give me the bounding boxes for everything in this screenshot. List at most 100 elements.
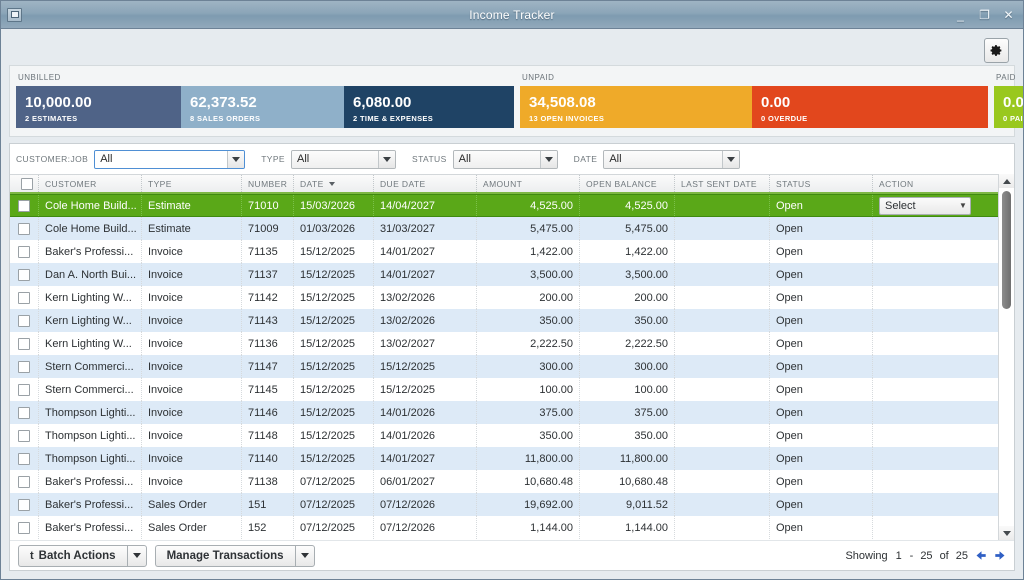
- table-row[interactable]: Baker's Professi... Invoice 71135 15/12/202…: [10, 240, 998, 263]
- row-checkbox-cell[interactable]: [10, 217, 39, 240]
- row-checkbox-cell[interactable]: [10, 516, 39, 539]
- row-checkbox[interactable]: [18, 406, 30, 419]
- column-header-due-date[interactable]: DUE DATE: [374, 175, 477, 192]
- filter-type-dropdown[interactable]: All: [291, 149, 396, 169]
- row-checkbox-cell[interactable]: [10, 195, 39, 216]
- manage-transactions-split-button[interactable]: Manage Transactions: [154, 544, 315, 567]
- batch-actions-dropdown-arrow[interactable]: [126, 544, 147, 567]
- row-checkbox[interactable]: [18, 498, 30, 511]
- cell-action[interactable]: Select ▼: [873, 195, 998, 216]
- table-row[interactable]: Dan A. North Bui... Invoice 71137 15/12/202…: [10, 263, 998, 286]
- row-checkbox-cell[interactable]: [10, 263, 39, 286]
- summary-card-sales-orders[interactable]: 62,373.52 8 SALES ORDERS: [181, 86, 344, 128]
- cell-action[interactable]: [873, 355, 998, 378]
- filter-customer-job-dropdown[interactable]: All: [94, 149, 246, 169]
- batch-actions-button[interactable]: t Batch Actions: [18, 544, 127, 567]
- row-checkbox-cell[interactable]: [10, 309, 39, 332]
- cell-action[interactable]: [873, 470, 998, 493]
- cell-action[interactable]: [873, 378, 998, 401]
- filter-status-dropdown[interactable]: All: [452, 149, 558, 169]
- row-checkbox[interactable]: [18, 199, 30, 212]
- summary-card-paid-last-30-days[interactable]: 0.00 0 PAID LAST 30 DAYS: [994, 86, 1023, 128]
- column-header-open-balance[interactable]: OPEN BALANCE: [580, 175, 675, 192]
- row-checkbox-cell[interactable]: [10, 332, 39, 355]
- maximize-icon[interactable]: ❐: [978, 9, 991, 21]
- chevron-down-icon[interactable]: [227, 150, 245, 168]
- cell-action[interactable]: [873, 332, 998, 355]
- table-row[interactable]: Kern Lighting W... Invoice 71136 15/12/2025…: [10, 332, 998, 355]
- scroll-up-icon[interactable]: [999, 174, 1014, 188]
- manage-transactions-dropdown-arrow[interactable]: [294, 544, 315, 567]
- cell-action[interactable]: [873, 493, 998, 516]
- table-row[interactable]: Baker's Professi... Sales Order 152 07/12/2…: [10, 516, 998, 539]
- column-header-number[interactable]: NUMBER: [242, 175, 294, 192]
- select-all-checkbox[interactable]: [21, 177, 33, 190]
- row-checkbox[interactable]: [18, 429, 30, 442]
- row-checkbox-cell[interactable]: [10, 493, 39, 516]
- cell-action[interactable]: [873, 516, 998, 539]
- table-row[interactable]: Baker's Professi... Invoice 71138 07/12/202…: [10, 470, 998, 493]
- cell-action[interactable]: [873, 217, 998, 240]
- column-header-customer[interactable]: CUSTOMER: [39, 175, 142, 192]
- minimize-icon[interactable]: _: [954, 9, 967, 21]
- cell-action[interactable]: [873, 240, 998, 263]
- row-checkbox[interactable]: [18, 360, 30, 373]
- row-checkbox[interactable]: [18, 314, 30, 327]
- scroll-down-icon[interactable]: [999, 526, 1014, 540]
- table-row[interactable]: Thompson Lighti... Invoice 71140 15/12/2025…: [10, 447, 998, 470]
- table-vertical-scrollbar[interactable]: [998, 174, 1014, 540]
- pagination-previous-icon[interactable]: [975, 550, 987, 561]
- table-row[interactable]: Cole Home Build... Estimate 71010 15/03/202…: [10, 194, 998, 217]
- column-header-type[interactable]: TYPE: [142, 175, 242, 192]
- table-row[interactable]: Cole Home Build... Estimate 71009 01/03/202…: [10, 217, 998, 240]
- row-checkbox[interactable]: [18, 268, 30, 281]
- gear-icon[interactable]: [984, 37, 1009, 63]
- close-icon[interactable]: ✕: [1002, 9, 1015, 21]
- column-header-last-sent-date[interactable]: LAST SENT DATE: [675, 175, 770, 192]
- summary-card-time-and-expenses[interactable]: 6,080.00 2 TIME & EXPENSES: [344, 86, 514, 128]
- pagination-next-icon[interactable]: [994, 550, 1006, 561]
- filter-date-dropdown[interactable]: All: [603, 149, 741, 169]
- row-checkbox-cell[interactable]: [10, 447, 39, 470]
- cell-action[interactable]: [873, 263, 998, 286]
- column-header-date[interactable]: DATE: [294, 175, 374, 192]
- cell-action[interactable]: [873, 424, 998, 447]
- row-checkbox[interactable]: [18, 475, 30, 488]
- cell-action[interactable]: [873, 309, 998, 332]
- batch-actions-split-button[interactable]: t Batch Actions: [18, 544, 147, 567]
- cell-action[interactable]: [873, 447, 998, 470]
- row-checkbox[interactable]: [18, 291, 30, 304]
- row-checkbox[interactable]: [18, 222, 30, 235]
- row-checkbox-cell[interactable]: [10, 470, 39, 493]
- column-header-status[interactable]: STATUS: [770, 175, 873, 192]
- select-all-checkbox-header[interactable]: [10, 175, 39, 192]
- manage-transactions-button[interactable]: Manage Transactions: [154, 544, 295, 567]
- summary-card-open-invoices[interactable]: 34,508.08 13 OPEN INVOICES: [520, 86, 752, 128]
- cell-action[interactable]: [873, 286, 998, 309]
- row-checkbox-cell[interactable]: [10, 378, 39, 401]
- column-header-amount[interactable]: AMOUNT: [477, 175, 580, 192]
- row-checkbox[interactable]: [18, 383, 30, 396]
- row-checkbox-cell[interactable]: [10, 286, 39, 309]
- row-checkbox-cell[interactable]: [10, 240, 39, 263]
- table-row[interactable]: Stern Commerci... Invoice 71147 15/12/2025 1…: [10, 355, 998, 378]
- row-checkbox-cell[interactable]: [10, 355, 39, 378]
- chevron-down-icon[interactable]: [722, 150, 740, 168]
- chevron-down-icon[interactable]: [539, 150, 557, 168]
- chevron-down-icon[interactable]: [378, 150, 395, 168]
- table-row[interactable]: Kern Lighting W... Invoice 71143 15/12/2025…: [10, 309, 998, 332]
- summary-card-estimates[interactable]: 10,000.00 2 ESTIMATES: [16, 86, 181, 128]
- table-row[interactable]: Kern Lighting W... Invoice 71142 15/12/2025…: [10, 286, 998, 309]
- row-checkbox[interactable]: [18, 245, 30, 258]
- action-select-dropdown[interactable]: Select ▼: [879, 196, 971, 215]
- row-checkbox-cell[interactable]: [10, 424, 39, 447]
- summary-card-overdue[interactable]: 0.00 0 OVERDUE: [752, 86, 988, 128]
- table-row[interactable]: Baker's Professi... Sales Order 151 07/12/2…: [10, 493, 998, 516]
- row-checkbox-cell[interactable]: [10, 401, 39, 424]
- row-checkbox[interactable]: [18, 521, 30, 534]
- row-checkbox[interactable]: [18, 337, 30, 350]
- table-row[interactable]: Thompson Lighti... Invoice 71146 15/12/2025…: [10, 401, 998, 424]
- chevron-down-icon[interactable]: ▼: [956, 198, 970, 214]
- row-checkbox[interactable]: [18, 452, 30, 465]
- cell-action[interactable]: [873, 401, 998, 424]
